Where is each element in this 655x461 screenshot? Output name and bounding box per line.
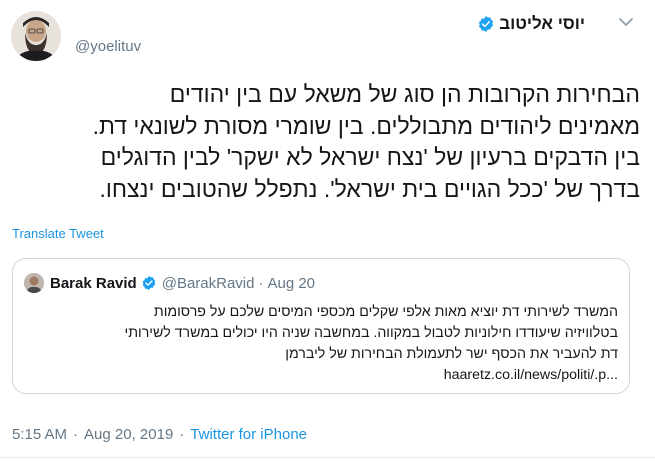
quoted-tweet-text: המשרד לשירותי דת יוציא מאות אלפי שקלים מ… [22, 302, 618, 386]
tweet-source-link[interactable]: Twitter for iPhone [190, 426, 307, 443]
tweet-date[interactable]: Aug 20, 2019 [84, 426, 173, 443]
verified-badge-icon [477, 15, 495, 33]
author-name-row[interactable]: יוסי אליטוב [477, 14, 585, 34]
separator-dot: · [179, 426, 185, 443]
quoted-link[interactable]: haaretz.co.il/news/politi/.p... [444, 367, 618, 383]
separator-dot: · [73, 426, 79, 443]
author-header: יוסי אליטוב @yoelituv [0, 0, 655, 70]
author-name[interactable]: יוסי אליטוב [499, 14, 585, 34]
quoted-text-line: דת להעביר את הכסף ישר לתעמולת הבחירות של… [285, 346, 618, 362]
author-handle[interactable]: @yoelituv [75, 38, 141, 55]
translate-tweet-link[interactable]: Translate Tweet [12, 226, 104, 241]
quoted-tweet[interactable]: Barak Ravid @BarakRavid · Aug 20 המשרד ל… [12, 258, 630, 394]
tweet-footer: 5:15 AM · Aug 20, 2019 · Twitter for iPh… [12, 426, 307, 443]
tweet-text: הבחירות הקרובות הן סוג של משאל עם בין יה… [12, 79, 640, 205]
quoted-text-line: המשרד לשירותי דת יוציא מאות אלפי שקלים מ… [153, 304, 618, 320]
avatar[interactable] [11, 11, 61, 61]
verified-badge-icon [141, 275, 157, 291]
tweet-text-line: הבחירות הקרובות הן סוג של משאל עם בין יה… [169, 81, 640, 107]
quoted-author-name: Barak Ravid [50, 274, 137, 292]
tweet-text-line: מאמינים ליהודים מתבוללים. בין שומרי מסור… [92, 112, 640, 139]
quoted-tweet-header: Barak Ravid @BarakRavid · Aug 20 [24, 273, 315, 293]
quoted-text-line: haaretz.co.il/news/politi/.p... [22, 365, 618, 386]
quoted-tweet-date: Aug 20 [267, 274, 316, 292]
quoted-text-line: בטלוויזיה שיעודדו חילוניות לטבול במקווה.… [124, 325, 618, 341]
tweet-card: יוסי אליטוב @yoelituv הבחירות הקרובות הן… [0, 0, 655, 461]
tweet-time[interactable]: 5:15 AM [12, 426, 67, 443]
quoted-avatar [24, 273, 44, 293]
tweet-text-line: בדרך של 'ככל הגויים בית ישראל'. נתפלל שה… [99, 175, 640, 202]
quoted-author-handle: @BarakRavid [161, 274, 255, 292]
separator-dot: · [258, 274, 264, 292]
divider [0, 457, 655, 458]
tweet-text-line: בין הדבקים ברעיון של 'נצח ישראל לא ישקר'… [100, 144, 640, 170]
